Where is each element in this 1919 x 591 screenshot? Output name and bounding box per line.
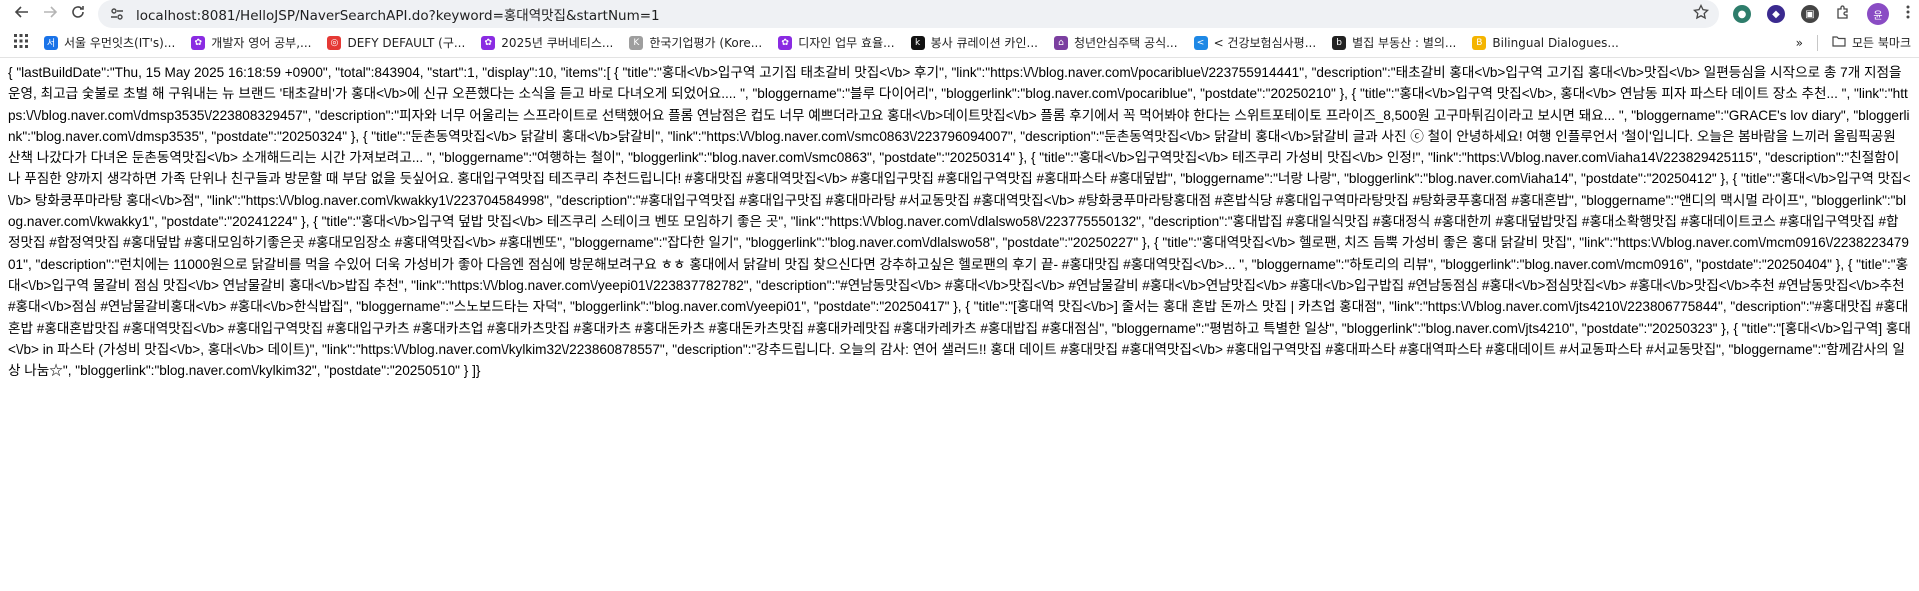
bookmark-item[interactable]: ✿ 개발자 영어 공부,... [191,34,311,51]
apps-grid-icon [14,34,28,51]
bookmark-item[interactable]: 서 서울 우먼잇츠(IT's)... [44,34,175,51]
bookmark-item[interactable]: ⌂ 청년안심주택 공식... [1053,34,1178,51]
bookmark-item[interactable]: B Bilingual Dialogues... [1472,35,1619,50]
bookmark-label: 청년안심주택 공식... [1073,36,1178,50]
bookmark-label: 개발자 영어 공부,... [211,36,312,50]
browser-toolbar: localhost:8081/HelloJSP/NaverSearchAPI.d… [0,0,1919,28]
extension-green-icon[interactable]: ● [1733,5,1751,23]
extension-diamond-icon[interactable]: ◆ [1767,5,1785,23]
reload-icon [70,4,86,24]
arrow-left-icon [14,4,30,24]
bookmark-favicon-icon: < [1193,35,1208,50]
bookmark-item[interactable]: b 별집 부동산 : 별의... [1332,34,1456,51]
bookmark-label: 서울 우먼잇츠(IT's)... [64,36,176,50]
all-bookmarks-label: 모든 북마크 [1851,36,1911,50]
bookmark-favicon-icon: B [1472,35,1487,50]
extension-monitor-icon[interactable]: ▣ [1801,5,1819,23]
bookmarks-overflow: » 모든 북마크 [1796,34,1911,51]
bookmark-favicon-icon: k [910,35,925,50]
bookmark-label: < 건강보험심사평... [1213,36,1317,50]
bookmark-label: 디자인 업무 효율... [798,36,895,50]
profile-avatar[interactable]: 윤 [1867,3,1889,25]
bookmark-favicon-icon: ◎ [327,35,342,50]
url-text[interactable]: localhost:8081/HelloJSP/NaverSearchAPI.d… [136,4,660,24]
all-bookmarks-folder[interactable]: 모든 북마크 [1832,34,1911,51]
bookmark-item[interactable]: ◎ DEFY DEFAULT (구... [327,34,465,51]
address-bar[interactable]: localhost:8081/HelloJSP/NaverSearchAPI.d… [98,0,1719,28]
extensions-row: ● ◆ ▣ 윤 [1733,3,1911,25]
bookmark-item[interactable]: ✿ 디자인 업무 효율... [778,34,895,51]
extensions-puzzle-icon[interactable] [1835,4,1851,24]
bookmark-item[interactable]: k 봉사 큐레이션 카인... [910,34,1038,51]
bookmark-label: DEFY DEFAULT (구... [347,36,466,50]
bookmark-item[interactable]: ✿ 2025년 쿠버네티스... [481,34,613,51]
folder-icon [1832,35,1846,50]
bookmark-label: 별집 부동산 : 별의... [1352,36,1457,50]
bookmark-favicon-icon: 서 [44,35,58,50]
bookmark-label: 한국기업평가 (Kore... [649,36,763,50]
bookmark-list: 서 서울 우먼잇츠(IT's)... ✿ 개발자 영어 공부,... ◎ DEFY DEF… [44,34,1635,51]
chevron-double-right-icon[interactable]: » [1796,36,1803,50]
json-response-body: { "lastBuildDate":"Thu, 15 May 2025 16:1… [0,58,1919,385]
bookmark-favicon-icon: b [1332,35,1347,50]
bookmark-label: Bilingual Dialogues... [1492,35,1619,50]
menu-kebab-icon[interactable] [1905,4,1911,24]
bookmark-favicon-icon: ✿ [778,35,793,50]
bookmark-favicon-icon: ✿ [191,35,206,50]
bookmarks-bar: 서 서울 우먼잇츠(IT's)... ✿ 개발자 영어 공부,... ◎ DEFY DEF… [0,28,1919,58]
bookmark-favicon-icon: ⌂ [1053,35,1068,50]
bookmarks-separator [1816,34,1818,51]
bookmark-star-icon[interactable] [1692,3,1710,24]
apps-button[interactable] [14,34,28,51]
bookmark-label: 2025년 쿠버네티스... [501,36,614,50]
site-info-icon[interactable] [108,5,126,23]
bookmark-favicon-icon: ✿ [481,35,496,50]
reload-button[interactable] [64,0,92,28]
bookmark-item[interactable]: < < 건강보험심사평... [1193,34,1317,51]
bookmark-item[interactable]: K 한국기업평가 (Kore... [629,34,762,51]
arrow-right-icon [42,4,58,24]
forward-button[interactable] [36,0,64,28]
json-response-text: { "lastBuildDate":"Thu, 15 May 2025 16:1… [8,65,1911,379]
bookmark-favicon-icon: K [629,35,644,50]
bookmark-label: 봉사 큐레이션 카인... [930,36,1038,50]
back-button[interactable] [8,0,36,28]
